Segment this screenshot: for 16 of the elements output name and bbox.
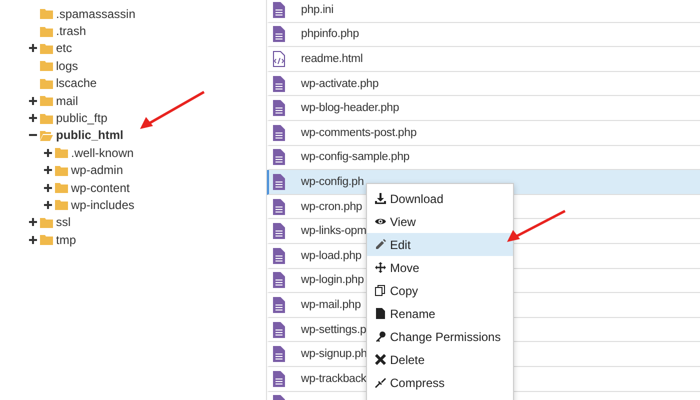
file-name: readme.html [301,52,363,65]
file-name: wp-trackback [301,372,366,385]
file-name: wp-mail.php [301,298,361,311]
file-name: wp-activate.php [301,78,379,90]
file-name: phpinfo.php [301,28,359,40]
file-name: wp-load.php [301,250,362,262]
file-name: wp-cron.php [301,200,362,213]
file-name: wp-config-sample.php [301,151,410,164]
file-name: wp-links-opm [301,225,366,238]
file-name: wp-login.php [301,274,364,286]
file-name: wp-config.ph [301,176,364,188]
file-name: wp-signup.ph [301,348,368,360]
file-name: wp-comments-post.php [301,126,417,139]
file-name: wp-blog-header.php [301,102,400,114]
file-name: wp-settings.p [301,324,366,336]
file-name: php.ini [301,4,334,16]
